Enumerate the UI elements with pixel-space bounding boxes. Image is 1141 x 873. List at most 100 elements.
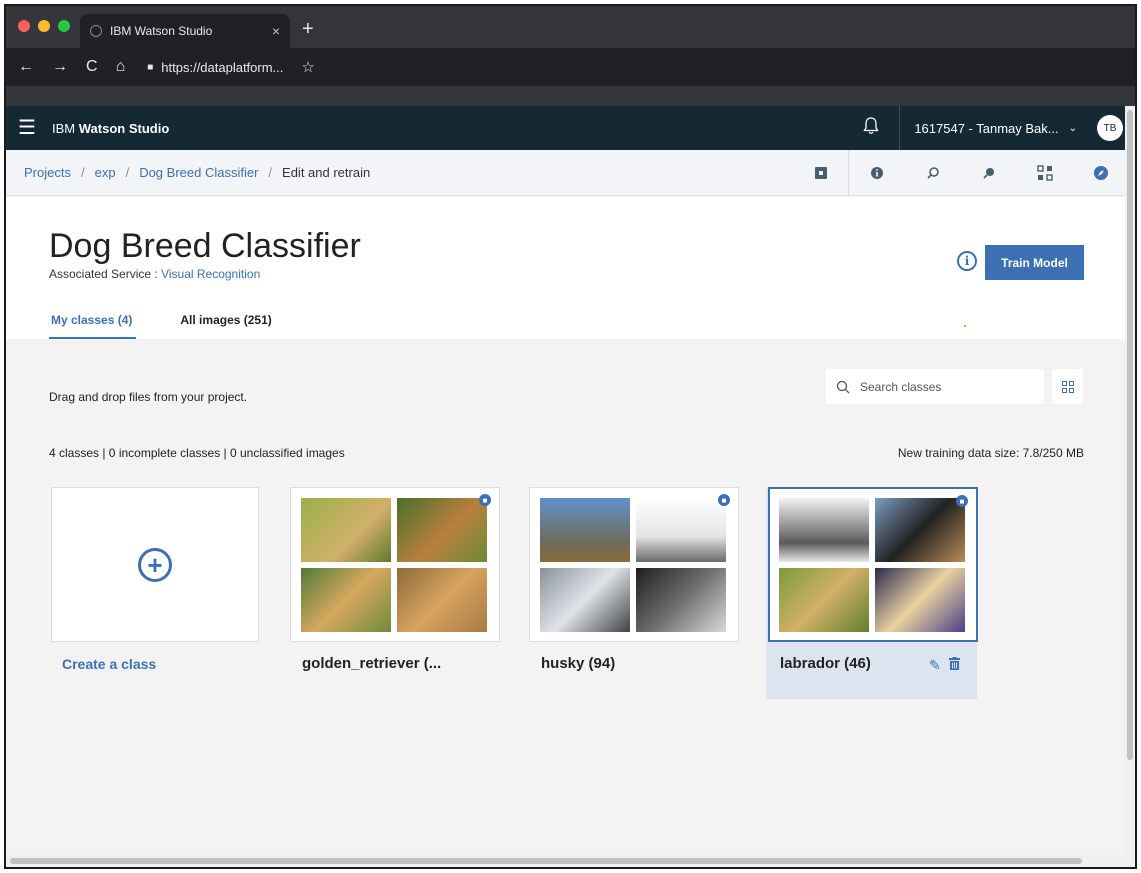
breadcrumb-separator: / [268,165,273,180]
close-window-button[interactable] [18,20,30,32]
class-label[interactable]: husky (94) [541,655,615,672]
maximize-window-button[interactable] [58,20,70,32]
class-card-husky[interactable]: ■ [529,487,739,642]
notification-bell-icon[interactable] [863,116,879,140]
class-thumbnail [301,568,391,632]
breadcrumb-exp[interactable]: exp [95,165,116,180]
create-class-card[interactable]: + [51,487,259,642]
tab-close-icon[interactable]: × [272,23,280,39]
class-card-golden-retriever[interactable]: ■ [290,487,500,642]
class-stats: 4 classes | 0 incomplete classes | 0 unc… [49,446,345,460]
edit-pencil-icon[interactable]: ✎ [929,657,941,674]
associated-service: Associated Service : Visual Recognition [49,267,260,281]
browser-tab[interactable]: IBM Watson Studio × [80,14,290,48]
breadcrumb: Projects / exp / Dog Breed Classifier / … [6,165,370,180]
service-label: Associated Service : [49,267,158,281]
breadcrumb-separator: / [125,165,130,180]
class-thumbnail [301,498,391,562]
tab-my-classes[interactable]: My classes (4) [49,313,137,339]
brand-title[interactable]: IBM Watson Studio [52,121,169,136]
breadcrumb-bar: Projects / exp / Dog Breed Classifier / … [6,149,1129,196]
breadcrumb-dog-breed-classifier[interactable]: Dog Breed Classifier [139,165,258,180]
compass-button[interactable] [1073,150,1129,196]
main-content: Drag and drop files from your project. S… [6,339,1129,859]
select-tool-button[interactable] [793,149,849,196]
class-label[interactable]: labrador (46) [780,655,871,672]
class-label[interactable]: golden_retriever (... [302,655,441,672]
window-controls [18,20,70,32]
new-tab-button[interactable]: + [302,18,314,40]
page-title: Dog Breed Classifier [49,227,361,265]
app-header: ☰ IBM Watson Studio 1617547 - Tanmay Bak… [6,106,1129,150]
account-switcher[interactable]: 1617547 - Tanmay Bak... ⌄ [899,106,1091,150]
breadcrumb-projects[interactable]: Projects [24,165,71,180]
class-thumbnail [875,498,965,562]
lock-icon: ■ [147,61,154,73]
create-class-link[interactable]: Create a class [62,656,156,672]
favicon-icon [90,25,102,37]
drag-drop-hint: Drag and drop files from your project. [49,390,248,404]
avatar[interactable]: TB [1097,115,1123,141]
class-thumbnail [636,568,726,632]
train-model-button[interactable]: Train Model [985,245,1084,280]
grid-nav-button[interactable] [1017,150,1073,196]
class-actions: ✎ [929,657,960,674]
search-tool-icon [983,167,994,179]
info-icon[interactable]: i [957,251,977,271]
class-card-labrador[interactable]: ■ [768,487,978,642]
class-thumbnail [875,568,965,632]
service-link[interactable]: Visual Recognition [161,267,260,281]
breadcrumb-separator: / [80,165,85,180]
scroll-thumb[interactable] [1127,110,1133,760]
url-text: https://dataplatform... [161,59,284,75]
vertical-scrollbar[interactable] [1125,106,1135,859]
lock-icon: ■ [479,494,491,506]
search-model-icon [927,166,939,179]
breadcrumb-current: Edit and retrain [282,165,371,180]
browser-window: IBM Watson Studio × + ← → C ⌂ ■ https://… [4,4,1137,869]
bookmarks-bar [6,86,1135,106]
minimize-window-button[interactable] [38,20,50,32]
address-bar[interactable]: ■ https://dataplatform... ☆ [143,58,319,76]
info-icon [871,166,883,179]
class-thumbnail [540,498,630,562]
select-icon [814,166,827,179]
delete-trash-icon[interactable] [948,657,960,674]
search-icon [836,380,850,393]
training-data-size: New training data size: 7.8/250 MB [897,446,1084,460]
grid-nav-icon [1037,164,1053,181]
bookmark-star-icon[interactable]: ☆ [301,58,314,76]
info-button[interactable] [849,150,905,196]
browser-nav-bar: ← → C ⌂ ■ https://dataplatform... ☆ [6,48,1135,86]
class-thumbnail [397,568,487,632]
account-name: 1617547 - Tanmay Bak... [914,120,1059,136]
class-thumbnail [540,568,630,632]
scroll-thumb[interactable] [10,858,1082,864]
class-tabs: My classes (4) All images (251) [49,313,272,339]
brand-prefix: IBM [52,120,76,136]
loading-indicator [964,325,966,327]
lock-icon: ■ [718,494,730,506]
forward-icon[interactable]: → [52,58,68,76]
search-model-button[interactable] [905,150,961,196]
back-icon[interactable]: ← [18,58,34,76]
compass-icon [1094,165,1108,180]
grid-view-icon [1061,380,1074,393]
class-thumbnail [779,568,869,632]
hamburger-menu-icon[interactable]: ☰ [18,118,38,138]
class-thumbnail [779,498,869,562]
search-placeholder: Search classes [860,379,942,394]
search-classes-input[interactable]: Search classes [826,369,1044,404]
tab-title: IBM Watson Studio [110,24,213,38]
reload-icon[interactable]: C [86,58,98,76]
horizontal-scrollbar[interactable] [6,855,1135,867]
class-thumbnail [397,498,487,562]
chevron-down-icon: ⌄ [1068,122,1077,134]
grid-view-toggle[interactable] [1052,369,1083,404]
home-icon[interactable]: ⌂ [116,58,126,76]
lock-icon: ■ [956,495,968,507]
tab-all-images[interactable]: All images (251) [180,313,271,339]
search-tool-button[interactable] [961,150,1017,196]
add-circle-icon: + [138,547,172,582]
page-header: Dog Breed Classifier Associated Service … [6,197,1129,339]
